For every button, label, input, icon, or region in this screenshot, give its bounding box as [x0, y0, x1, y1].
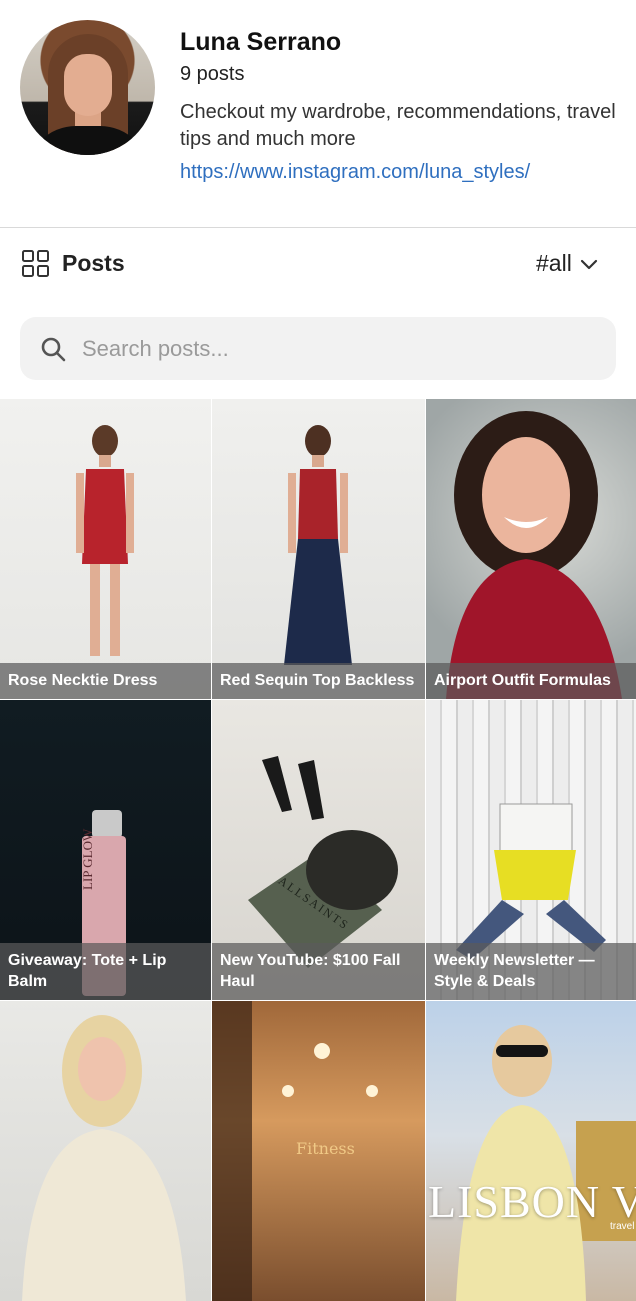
posts-section-title: Posts: [62, 250, 125, 276]
profile-bio: Checkout my wardrobe, recommendations, t…: [180, 101, 616, 150]
lisbon-title: LISBON V: [428, 1176, 636, 1227]
post-tile[interactable]: Red Sequin Top Backless: [212, 399, 425, 699]
post-count: 9 posts: [180, 63, 245, 85]
tag-filter-dropdown[interactable]: #all: [536, 250, 598, 277]
post-caption: New YouTube: $100 Fall Haul: [212, 943, 425, 1000]
post-tile[interactable]: LIP GLOW Giveaway: Tote + Lip Balm: [0, 700, 211, 1000]
chevron-down-icon: [580, 250, 598, 277]
travel-label: travel: [610, 1221, 635, 1232]
post-caption: Weekly Newsletter — Style & Deals: [426, 943, 636, 1000]
post-tile[interactable]: Fitness: [212, 1001, 425, 1301]
post-tile[interactable]: LISBON V travel: [426, 1001, 636, 1301]
search-icon: [40, 336, 66, 362]
post-caption: Rose Necktie Dress: [0, 663, 211, 699]
avatar[interactable]: [20, 20, 155, 155]
post-caption: Red Sequin Top Backless: [212, 663, 425, 699]
posts-grid: Rose Necktie Dress Red Sequin Top Backle…: [0, 399, 636, 1301]
post-caption: Giveaway: Tote + Lip Balm: [0, 943, 211, 1000]
profile-name: Luna Serrano: [180, 28, 342, 56]
fitness-label: Fitness: [296, 1139, 355, 1158]
post-tile[interactable]: Weekly Newsletter — Style & Deals: [426, 700, 636, 1000]
post-caption: Airport Outfit Formulas: [426, 663, 636, 699]
grid-icon: [22, 250, 49, 282]
tag-filter-label: #all: [536, 250, 572, 276]
post-tile[interactable]: Rose Necktie Dress: [0, 399, 211, 699]
search-input[interactable]: [80, 334, 584, 363]
post-tile[interactable]: ALLSAINTS New YouTube: $100 Fall Haul: [212, 700, 425, 1000]
lip-glow-label: LIP GLOW: [80, 828, 95, 890]
profile-link[interactable]: https://www.instagram.com/luna_styles/: [180, 161, 530, 184]
profile-header: Luna Serrano 9 posts Checkout my wardrob…: [0, 0, 636, 228]
post-tile[interactable]: Airport Outfit Formulas: [426, 399, 636, 699]
post-tile[interactable]: [0, 1001, 211, 1301]
search-bar[interactable]: [20, 317, 616, 380]
